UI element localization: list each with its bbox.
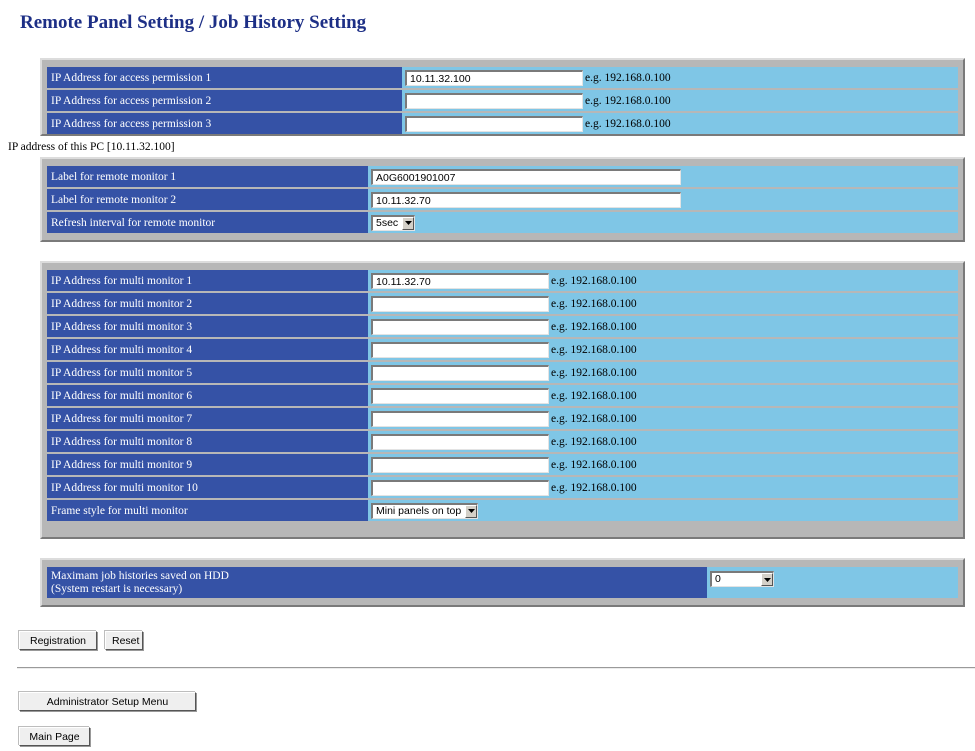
multi-monitor-1-example: e.g. 192.168.0.100 xyxy=(551,270,958,291)
multi-monitor-row-8: IP Address for multi monitor 8 e.g. 192.1… xyxy=(47,431,958,452)
access-permission-row-1: IP Address for access permission 1 e.g. 1… xyxy=(47,67,958,88)
job-history-panel: Maximam job histories saved on HDD (Syst… xyxy=(40,558,965,607)
remote-monitor-row-1: Label for remote monitor 1 xyxy=(47,166,958,187)
multi-monitor-1-label: IP Address for multi monitor 1 xyxy=(47,270,368,291)
multi-monitor-1-input[interactable] xyxy=(371,273,549,289)
frame-style-row: Frame style for multi monitor Mini panel… xyxy=(47,500,958,521)
multi-monitor-8-label: IP Address for multi monitor 8 xyxy=(47,431,368,452)
multi-monitor-panel: IP Address for multi monitor 1 e.g. 192.1… xyxy=(40,261,965,539)
multi-monitor-3-input[interactable] xyxy=(371,319,549,335)
multi-monitor-5-input[interactable] xyxy=(371,365,549,381)
multi-monitor-8-example: e.g. 192.168.0.100 xyxy=(551,431,958,452)
access-permission-row-3: IP Address for access permission 3 e.g. 1… xyxy=(47,113,958,134)
remote-monitor-1-label: Label for remote monitor 1 xyxy=(47,166,368,187)
multi-monitor-row-7: IP Address for multi monitor 7 e.g. 192.1… xyxy=(47,408,958,429)
access-permission-3-example: e.g. 192.168.0.100 xyxy=(585,113,958,134)
pc-ip-note: IP address of this PC [10.11.32.100] xyxy=(8,141,175,153)
chevron-down-icon[interactable] xyxy=(465,504,478,518)
chevron-down-icon[interactable] xyxy=(402,216,415,230)
frame-style-label: Frame style for multi monitor xyxy=(47,500,368,521)
frame-style-value: Mini panels on top xyxy=(376,504,462,517)
registration-button[interactable]: Registration xyxy=(19,631,97,650)
refresh-interval-label: Refresh interval for remote monitor xyxy=(47,212,368,233)
access-permission-table: IP Address for access permission 1 e.g. 1… xyxy=(47,65,958,136)
multi-monitor-7-example: e.g. 192.168.0.100 xyxy=(551,408,958,429)
remote-monitor-2-input[interactable] xyxy=(371,192,681,208)
access-permission-2-input[interactable] xyxy=(405,93,583,109)
multi-monitor-10-example: e.g. 192.168.0.100 xyxy=(551,477,958,498)
divider xyxy=(17,667,975,669)
reset-button[interactable]: Reset xyxy=(105,631,143,650)
multi-monitor-row-5: IP Address for multi monitor 5 e.g. 192.1… xyxy=(47,362,958,383)
frame-style-select[interactable]: Mini panels on top xyxy=(371,502,479,519)
multi-monitor-10-input[interactable] xyxy=(371,480,549,496)
multi-monitor-row-4: IP Address for multi monitor 4 e.g. 192.1… xyxy=(47,339,958,360)
multi-monitor-4-label: IP Address for multi monitor 4 xyxy=(47,339,368,360)
multi-monitor-10-label: IP Address for multi monitor 10 xyxy=(47,477,368,498)
access-permission-2-example: e.g. 192.168.0.100 xyxy=(585,90,958,111)
access-permission-1-input[interactable] xyxy=(405,70,583,86)
multi-monitor-4-example: e.g. 192.168.0.100 xyxy=(551,339,958,360)
multi-monitor-row-10: IP Address for multi monitor 10 e.g. 192.… xyxy=(47,477,958,498)
job-history-label-line2: (System restart is necessary) xyxy=(51,582,183,595)
multi-monitor-9-label: IP Address for multi monitor 9 xyxy=(47,454,368,475)
remote-monitor-panel: Label for remote monitor 1 Label for rem… xyxy=(40,157,965,242)
remote-monitor-table: Label for remote monitor 1 Label for rem… xyxy=(47,164,958,235)
multi-monitor-6-label: IP Address for multi monitor 6 xyxy=(47,385,368,406)
multi-monitor-2-input[interactable] xyxy=(371,296,549,312)
chevron-down-icon[interactable] xyxy=(761,573,773,587)
remote-monitor-row-2: Label for remote monitor 2 xyxy=(47,189,958,210)
multi-monitor-row-2: IP Address for multi monitor 2 e.g. 192.1… xyxy=(47,293,958,314)
multi-monitor-7-input[interactable] xyxy=(371,411,549,427)
job-history-label: Maximam job histories saved on HDD (Syst… xyxy=(47,567,707,598)
refresh-interval-select[interactable]: 5sec xyxy=(371,214,416,231)
access-permission-panel: IP Address for access permission 1 e.g. 1… xyxy=(40,58,965,136)
multi-monitor-9-input[interactable] xyxy=(371,457,549,473)
multi-monitor-5-example: e.g. 192.168.0.100 xyxy=(551,362,958,383)
multi-monitor-row-1: IP Address for multi monitor 1 e.g. 192.1… xyxy=(47,270,958,291)
multi-monitor-row-3: IP Address for multi monitor 3 e.g. 192.1… xyxy=(47,316,958,337)
refresh-interval-row: Refresh interval for remote monitor 5sec xyxy=(47,212,958,233)
multi-monitor-7-label: IP Address for multi monitor 7 xyxy=(47,408,368,429)
job-history-table: Maximam job histories saved on HDD (Syst… xyxy=(47,565,958,600)
multi-monitor-6-example: e.g. 192.168.0.100 xyxy=(551,385,958,406)
access-permission-1-label: IP Address for access permission 1 xyxy=(47,67,402,88)
remote-monitor-2-label: Label for remote monitor 2 xyxy=(47,189,368,210)
multi-monitor-8-input[interactable] xyxy=(371,434,549,450)
page-title: Remote Panel Setting / Job History Setti… xyxy=(20,12,367,33)
multi-monitor-4-input[interactable] xyxy=(371,342,549,358)
job-history-select[interactable]: 0 xyxy=(710,571,774,588)
multi-monitor-6-input[interactable] xyxy=(371,388,549,404)
multi-monitor-2-label: IP Address for multi monitor 2 xyxy=(47,293,368,314)
multi-monitor-9-example: e.g. 192.168.0.100 xyxy=(551,454,958,475)
refresh-interval-value: 5sec xyxy=(376,216,399,229)
access-permission-1-example: e.g. 192.168.0.100 xyxy=(585,67,958,88)
multi-monitor-5-label: IP Address for multi monitor 5 xyxy=(47,362,368,383)
multi-monitor-table: IP Address for multi monitor 1 e.g. 192.1… xyxy=(47,268,958,523)
access-permission-3-input[interactable] xyxy=(405,116,583,132)
access-permission-2-label: IP Address for access permission 2 xyxy=(47,90,402,111)
job-history-label-line1: Maximam job histories saved on HDD xyxy=(51,569,229,582)
multi-monitor-3-label: IP Address for multi monitor 3 xyxy=(47,316,368,337)
main-page-button[interactable]: Main Page xyxy=(19,727,90,746)
access-permission-row-2: IP Address for access permission 2 e.g. 1… xyxy=(47,90,958,111)
multi-monitor-3-example: e.g. 192.168.0.100 xyxy=(551,316,958,337)
remote-monitor-1-input[interactable] xyxy=(371,169,681,185)
access-permission-3-label: IP Address for access permission 3 xyxy=(47,113,402,134)
job-history-row: Maximam job histories saved on HDD (Syst… xyxy=(47,567,958,598)
job-history-value: 0 xyxy=(715,573,721,586)
multi-monitor-2-example: e.g. 192.168.0.100 xyxy=(551,293,958,314)
administrator-setup-menu-button[interactable]: Administrator Setup Menu xyxy=(19,692,196,711)
multi-monitor-row-9: IP Address for multi monitor 9 e.g. 192.1… xyxy=(47,454,958,475)
multi-monitor-row-6: IP Address for multi monitor 6 e.g. 192.1… xyxy=(47,385,958,406)
